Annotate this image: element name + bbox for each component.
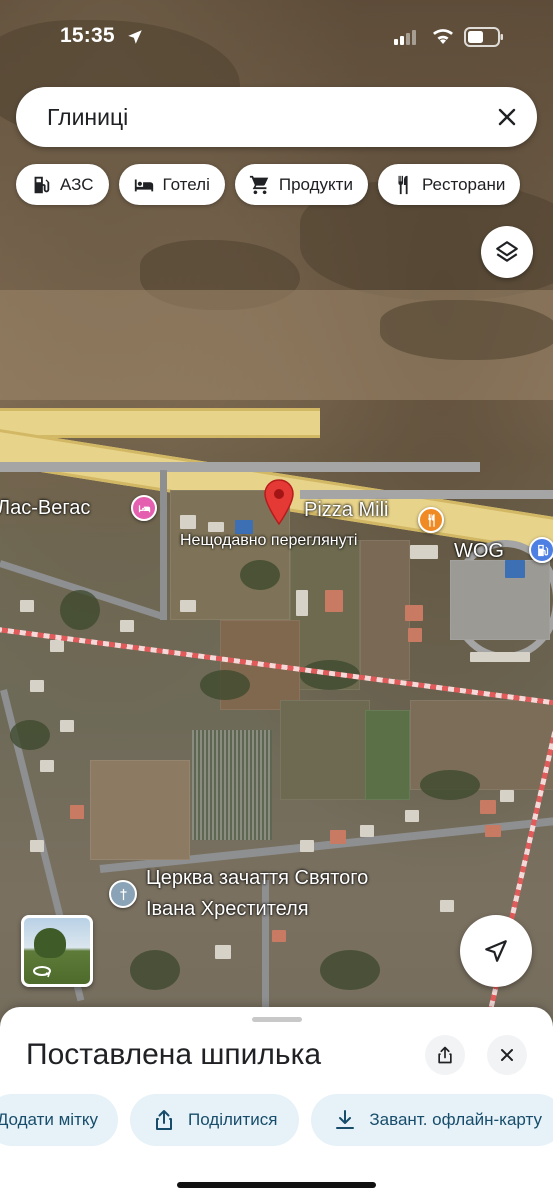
restaurant-label[interactable]: Pizza Mili: [304, 499, 388, 522]
search-input[interactable]: Глиниці: [47, 104, 128, 131]
status-time: 15:35: [60, 24, 115, 47]
share-icon: [438, 1046, 452, 1064]
gas-station-icon: [537, 544, 548, 556]
wifi-icon: [433, 29, 453, 44]
action-label: Завант. офлайн-карту: [369, 1110, 542, 1129]
close-icon[interactable]: [495, 105, 519, 129]
fork-knife-icon: [398, 175, 408, 194]
cart-icon: [249, 175, 269, 194]
chip-hotels[interactable]: Готелі: [118, 164, 225, 205]
chip-gas-stations[interactable]: АЗС: [16, 164, 109, 205]
close-icon: [501, 1049, 513, 1061]
action-label: Поділитися: [188, 1110, 278, 1129]
layers-button[interactable]: [481, 226, 533, 278]
close-sheet-button[interactable]: [487, 1035, 527, 1075]
recently-viewed-label: Нещодавно переглянуті: [180, 532, 358, 549]
chip-groceries[interactable]: Продукти: [234, 164, 368, 205]
location-arrow-icon: [128, 30, 142, 44]
chip-label: Продукти: [278, 174, 353, 194]
download-offline-map-button[interactable]: Завант. офлайн-карту: [311, 1094, 553, 1146]
layers-icon: [496, 241, 518, 262]
church-marker[interactable]: [109, 880, 137, 908]
action-label: Додати мітку: [0, 1110, 98, 1129]
church-label-line2[interactable]: Івана Хрестителя: [146, 898, 309, 921]
search-bar[interactable]: Глиниці: [16, 87, 537, 147]
bed-icon: [138, 504, 150, 512]
hotel-label[interactable]: Лас-Вегас: [0, 497, 90, 520]
sheet-actions: Додати мітку Поділитися Завант. офлайн-к…: [0, 1094, 553, 1146]
navigation-arrow-icon: [485, 940, 507, 962]
battery-icon: [464, 27, 503, 47]
status-bar: 15:35: [0, 0, 553, 78]
cross-icon: [119, 888, 127, 900]
signal-icon: [394, 30, 416, 45]
share-button[interactable]: [425, 1035, 465, 1075]
chip-restaurants[interactable]: Ресторани: [377, 164, 521, 205]
category-chips: АЗС Готелі Продукти Ресторани: [16, 164, 521, 206]
bed-icon: [134, 179, 153, 191]
my-location-button[interactable]: [460, 915, 532, 987]
gas-station-label[interactable]: WOG: [454, 540, 504, 563]
gas-station-marker[interactable]: [529, 537, 553, 563]
restaurant-marker[interactable]: [418, 507, 444, 533]
share-action-button[interactable]: Поділитися: [130, 1094, 300, 1146]
chip-label: АЗС: [60, 174, 94, 194]
chip-label: Готелі: [162, 174, 210, 194]
sheet-drag-handle[interactable]: [252, 1017, 302, 1022]
sheet-title: Поставлена шпилька: [26, 1038, 322, 1071]
chip-label: Ресторани: [421, 174, 506, 194]
gas-station-icon: [34, 176, 50, 193]
share-icon: [156, 1110, 172, 1130]
street-view-thumbnail[interactable]: [21, 915, 93, 987]
home-indicator[interactable]: [177, 1182, 376, 1188]
add-label-button[interactable]: Додати мітку: [0, 1094, 118, 1146]
dropped-pin-icon[interactable]: [262, 478, 296, 526]
place-bottom-sheet[interactable]: Поставлена шпилька Додати мітку Поділити…: [0, 1007, 553, 1200]
fork-knife-icon: [427, 513, 435, 527]
hotel-marker[interactable]: [131, 495, 157, 521]
church-label-line1[interactable]: Церква зачаття Святого: [146, 867, 368, 890]
download-icon: [336, 1110, 355, 1129]
rotate-360-icon: [33, 966, 51, 978]
